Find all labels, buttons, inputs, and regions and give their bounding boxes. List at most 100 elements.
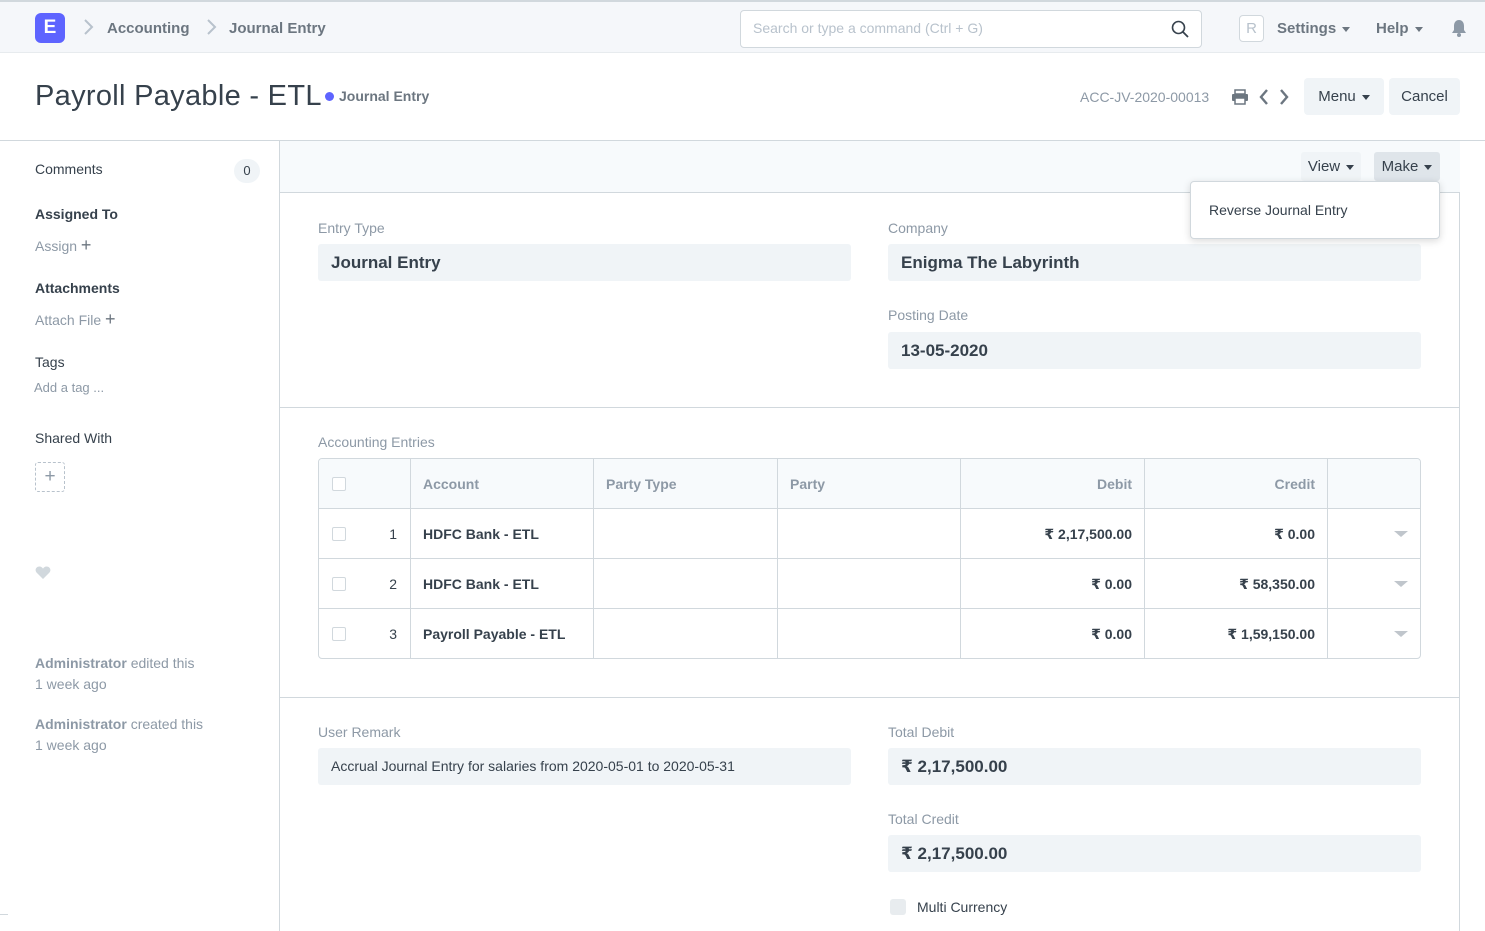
print-icon[interactable] bbox=[1231, 89, 1249, 105]
entry-type-label: Entry Type bbox=[318, 220, 385, 236]
app-logo[interactable]: E bbox=[35, 13, 65, 43]
cancel-button[interactable]: Cancel bbox=[1389, 78, 1460, 115]
page-header: Payroll Payable - ETL Journal Entry ACC-… bbox=[0, 53, 1485, 141]
navbar: E Accounting Journal Entry R Settings He… bbox=[0, 0, 1485, 53]
user-avatar[interactable]: R bbox=[1239, 15, 1264, 42]
activity-user[interactable]: Administrator bbox=[35, 655, 127, 671]
form-sidebar: Comments 0 Assigned To Assign + Attachme… bbox=[0, 141, 280, 931]
assign-label: Assign bbox=[35, 238, 78, 254]
column-header-party: Party bbox=[778, 459, 961, 509]
comments-count-badge: 0 bbox=[234, 159, 260, 183]
chevron-right-icon[interactable] bbox=[1278, 88, 1290, 106]
activity-action: edited this bbox=[130, 655, 195, 671]
party-cell[interactable] bbox=[778, 559, 961, 609]
debit-cell[interactable]: ₹ 2,17,500.00 bbox=[961, 509, 1145, 559]
add-share-button[interactable]: + bbox=[35, 462, 65, 492]
row-select-cell: 3 bbox=[319, 609, 411, 658]
caret-down-icon bbox=[1414, 26, 1423, 32]
column-header-party-type: Party Type bbox=[594, 459, 778, 509]
awesomebar bbox=[740, 10, 1202, 48]
caret-down-icon bbox=[1361, 94, 1370, 100]
status-indicator-icon bbox=[325, 92, 334, 101]
make-dropdown-menu: Reverse Journal Entry bbox=[1190, 181, 1440, 239]
select-all-cell bbox=[319, 459, 411, 509]
search-icon[interactable] bbox=[1171, 20, 1189, 38]
assigned-to-label: Assigned To bbox=[35, 206, 118, 222]
heart-icon[interactable] bbox=[35, 566, 51, 580]
row-select-cell: 2 bbox=[319, 559, 411, 609]
party-type-cell[interactable] bbox=[594, 609, 778, 658]
row-expand-icon[interactable] bbox=[1394, 581, 1408, 587]
add-tag-input[interactable]: Add a tag ... bbox=[34, 380, 104, 395]
status-label: Journal Entry bbox=[339, 88, 430, 104]
attach-file-button[interactable]: Attach File + bbox=[35, 309, 116, 330]
help-label: Help bbox=[1376, 20, 1409, 37]
page-title: Payroll Payable - ETL bbox=[35, 80, 322, 112]
attach-file-label: Attach File bbox=[35, 312, 102, 328]
help-dropdown[interactable]: Help bbox=[1376, 20, 1423, 37]
row-checkbox[interactable] bbox=[332, 577, 346, 591]
credit-cell[interactable]: ₹ 0.00 bbox=[1145, 509, 1328, 559]
party-type-cell[interactable] bbox=[594, 559, 778, 609]
party-cell[interactable] bbox=[778, 609, 961, 658]
account-cell[interactable]: Payroll Payable - ETL bbox=[411, 609, 594, 658]
company-field[interactable]: Enigma The Labyrinth bbox=[888, 244, 1421, 281]
view-button[interactable]: View bbox=[1301, 152, 1361, 181]
shared-with-label: Shared With bbox=[35, 430, 113, 446]
row-expand-icon[interactable] bbox=[1394, 531, 1408, 537]
breadcrumb-accounting[interactable]: Accounting bbox=[107, 20, 190, 37]
select-all-checkbox[interactable] bbox=[332, 477, 346, 491]
row-checkbox[interactable] bbox=[332, 527, 346, 541]
chevron-left-icon[interactable] bbox=[1258, 88, 1270, 106]
settings-label: Settings bbox=[1277, 20, 1337, 37]
row-checkbox[interactable] bbox=[332, 627, 346, 641]
search-input[interactable] bbox=[753, 20, 1153, 36]
row-expand-icon[interactable] bbox=[1394, 631, 1408, 637]
plus-icon: + bbox=[80, 235, 92, 255]
divider bbox=[0, 914, 8, 915]
credit-cell[interactable]: ₹ 1,59,150.00 bbox=[1145, 609, 1328, 658]
attachments-label: Attachments bbox=[35, 280, 120, 296]
caret-down-icon bbox=[1342, 26, 1351, 32]
total-credit-label: Total Credit bbox=[888, 811, 959, 827]
user-remark-label: User Remark bbox=[318, 724, 401, 740]
menu-item-reverse-journal-entry[interactable]: Reverse Journal Entry bbox=[1209, 202, 1348, 218]
debit-cell[interactable]: ₹ 0.00 bbox=[961, 609, 1145, 658]
activity-user[interactable]: Administrator bbox=[35, 716, 127, 732]
debit-cell[interactable]: ₹ 0.00 bbox=[961, 559, 1145, 609]
table-row[interactable]: 3 Payroll Payable - ETL ₹ 0.00 ₹ 1,59,15… bbox=[319, 609, 1420, 658]
multi-currency-label: Multi Currency bbox=[917, 899, 1008, 915]
party-type-cell[interactable] bbox=[594, 509, 778, 559]
tags-label: Tags bbox=[35, 354, 65, 370]
posting-date-label: Posting Date bbox=[888, 307, 969, 323]
assign-button[interactable]: Assign + bbox=[35, 235, 91, 256]
posting-date-field[interactable]: 13-05-2020 bbox=[888, 332, 1421, 369]
table-row[interactable]: 2 HDFC Bank - ETL ₹ 0.00 ₹ 58,350.00 bbox=[319, 559, 1420, 609]
total-credit-field: ₹ 2,17,500.00 bbox=[888, 835, 1421, 872]
comments-label[interactable]: Comments bbox=[35, 161, 103, 177]
credit-cell[interactable]: ₹ 58,350.00 bbox=[1145, 559, 1328, 609]
settings-dropdown[interactable]: Settings bbox=[1277, 20, 1351, 37]
timeline-item: Administrator edited this 1 week ago bbox=[35, 653, 195, 695]
user-remark-field[interactable]: Accrual Journal Entry for salaries from … bbox=[318, 748, 851, 785]
account-cell[interactable]: HDFC Bank - ETL bbox=[411, 559, 594, 609]
accounting-entries-section: Accounting Entries Account Party Type Pa… bbox=[280, 408, 1460, 698]
activity-time: 1 week ago bbox=[35, 737, 107, 753]
menu-button-label: Menu bbox=[1318, 88, 1356, 105]
multi-currency-checkbox[interactable] bbox=[890, 899, 906, 915]
caret-down-icon bbox=[1424, 164, 1433, 170]
column-header-credit: Credit bbox=[1145, 459, 1328, 509]
make-button[interactable]: Make bbox=[1374, 152, 1440, 181]
menu-button[interactable]: Menu bbox=[1304, 78, 1384, 115]
breadcrumb-journal-entry[interactable]: Journal Entry bbox=[229, 20, 326, 37]
entry-type-field[interactable]: Journal Entry bbox=[318, 244, 851, 281]
bell-icon[interactable] bbox=[1451, 19, 1467, 37]
company-label: Company bbox=[888, 220, 948, 236]
party-cell[interactable] bbox=[778, 509, 961, 559]
activity-action: created this bbox=[130, 716, 204, 732]
table-row[interactable]: 1 HDFC Bank - ETL ₹ 2,17,500.00 ₹ 0.00 bbox=[319, 509, 1420, 559]
account-cell[interactable]: HDFC Bank - ETL bbox=[411, 509, 594, 559]
document-id: ACC-JV-2020-00013 bbox=[1080, 89, 1210, 105]
row-index: 3 bbox=[389, 626, 397, 642]
form-layout: View Make Entry Type Journal Entry Compa… bbox=[280, 141, 1460, 931]
